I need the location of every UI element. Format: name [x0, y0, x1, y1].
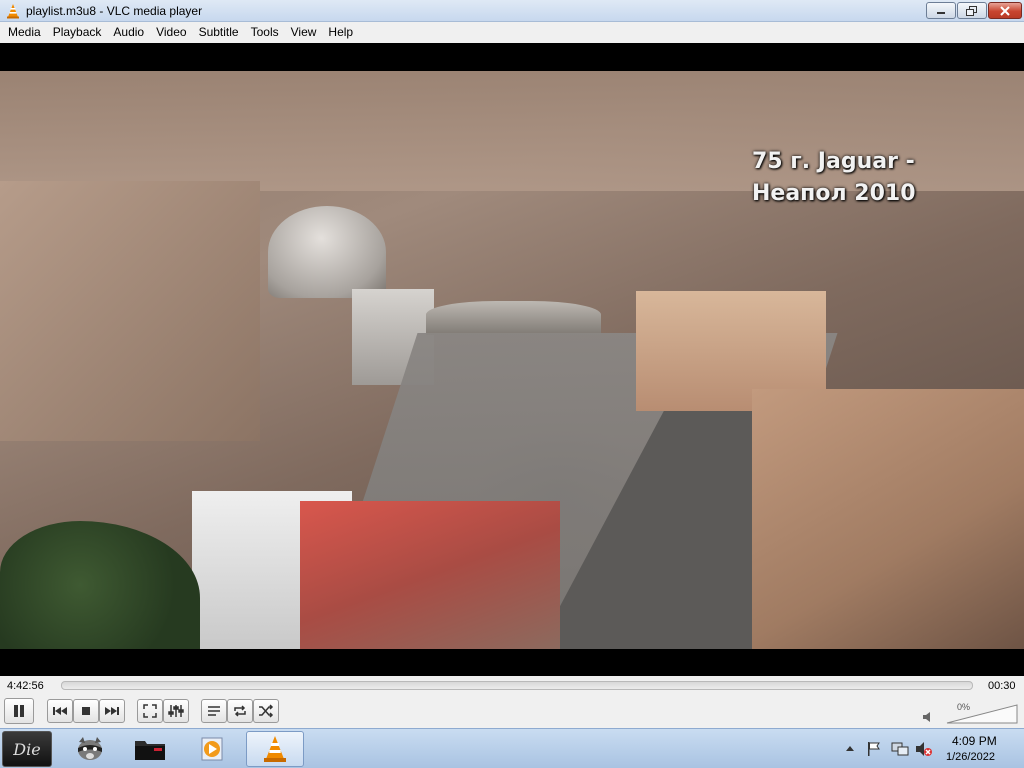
menu-video[interactable]: Video — [150, 22, 192, 43]
seek-bar[interactable] — [61, 681, 973, 690]
video-caption: 75 г. Jaguar - Неапол 2010 — [752, 146, 916, 210]
restore-icon — [966, 5, 977, 16]
menu-media[interactable]: Media — [2, 22, 47, 43]
next-icon — [105, 707, 119, 715]
loop-icon — [234, 705, 246, 717]
stop-button[interactable] — [73, 699, 99, 723]
start-label: Die — [13, 739, 41, 759]
previous-icon — [53, 707, 67, 715]
volume-slider[interactable] — [945, 704, 1019, 724]
minimize-button[interactable] — [926, 2, 956, 19]
menu-playback[interactable]: Playback — [47, 22, 108, 43]
menu-help[interactable]: Help — [322, 22, 359, 43]
loop-button[interactable] — [227, 699, 253, 723]
video-frame: 75 г. Jaguar - Неапол 2010 — [0, 71, 1024, 649]
colonnade — [426, 301, 601, 335]
vlc-cone-icon — [7, 4, 19, 19]
network-icon[interactable] — [891, 741, 909, 757]
extended-settings-button[interactable] — [163, 699, 189, 723]
dome-church — [268, 206, 386, 298]
menu-subtitle[interactable]: Subtitle — [193, 22, 245, 43]
vlc-app-icon — [264, 736, 286, 762]
total-time[interactable]: 00:30 — [988, 680, 1016, 692]
title-bar: playlist.m3u8 - VLC media player — [0, 0, 1024, 22]
clock-date[interactable]: 1/26/2022 — [946, 751, 995, 763]
speaker-icon[interactable] — [922, 711, 934, 723]
close-icon — [1000, 5, 1010, 16]
taskbar-app-vlc[interactable] — [246, 731, 304, 767]
playlist-button[interactable] — [201, 699, 227, 723]
restore-button[interactable] — [957, 2, 987, 19]
clock-time[interactable]: 4:09 PM — [952, 734, 997, 748]
caption-line-2: Неапол 2010 — [752, 181, 916, 206]
show-hidden-icons-chevron[interactable] — [846, 745, 854, 751]
previous-button[interactable] — [47, 699, 73, 723]
red-roof-building — [300, 501, 560, 649]
close-button[interactable] — [988, 2, 1022, 19]
menu-audio[interactable]: Audio — [107, 22, 150, 43]
building-row-left — [0, 181, 260, 441]
shuffle-icon — [259, 704, 274, 718]
playlist-icon — [208, 706, 220, 716]
taskbar-app-folder[interactable] — [130, 731, 170, 767]
caption-line-1: 75 г. Jaguar - — [752, 149, 915, 174]
pause-icon — [14, 705, 24, 717]
pause-button[interactable] — [4, 698, 34, 724]
video-area[interactable]: 75 г. Jaguar - Неапол 2010 — [0, 43, 1024, 676]
fullscreen-button[interactable] — [137, 699, 163, 723]
window-title: playlist.m3u8 - VLC media player — [26, 4, 203, 18]
trees — [0, 521, 200, 649]
fullscreen-icon — [143, 704, 157, 718]
extended-settings-icon — [168, 705, 184, 717]
royal-palace — [752, 389, 1024, 649]
elapsed-time[interactable]: 4:42:56 — [7, 680, 44, 692]
raccoon-app-icon — [78, 737, 102, 760]
taskbar: Die 4:09 PM 1/26/2022 — [0, 728, 1024, 768]
action-center-flag-icon[interactable] — [867, 741, 881, 757]
menu-tools[interactable]: Tools — [245, 22, 285, 43]
stop-icon — [82, 707, 90, 715]
volume-muted-icon[interactable] — [915, 741, 933, 757]
minimize-icon — [937, 11, 945, 14]
taskbar-app-media-player[interactable] — [192, 731, 232, 767]
shuffle-button[interactable] — [253, 699, 279, 723]
menu-view[interactable]: View — [285, 22, 323, 43]
media-player-app-icon — [201, 737, 223, 761]
start-button[interactable]: Die — [2, 731, 52, 767]
folder-app-icon — [135, 741, 165, 760]
playback-controls: 4:42:56 00:30 0% — [0, 676, 1024, 728]
taskbar-app-raccoon[interactable] — [70, 731, 110, 767]
next-button[interactable] — [99, 699, 125, 723]
menu-bar: Media Playback Audio Video Subtitle Tool… — [0, 22, 1024, 43]
